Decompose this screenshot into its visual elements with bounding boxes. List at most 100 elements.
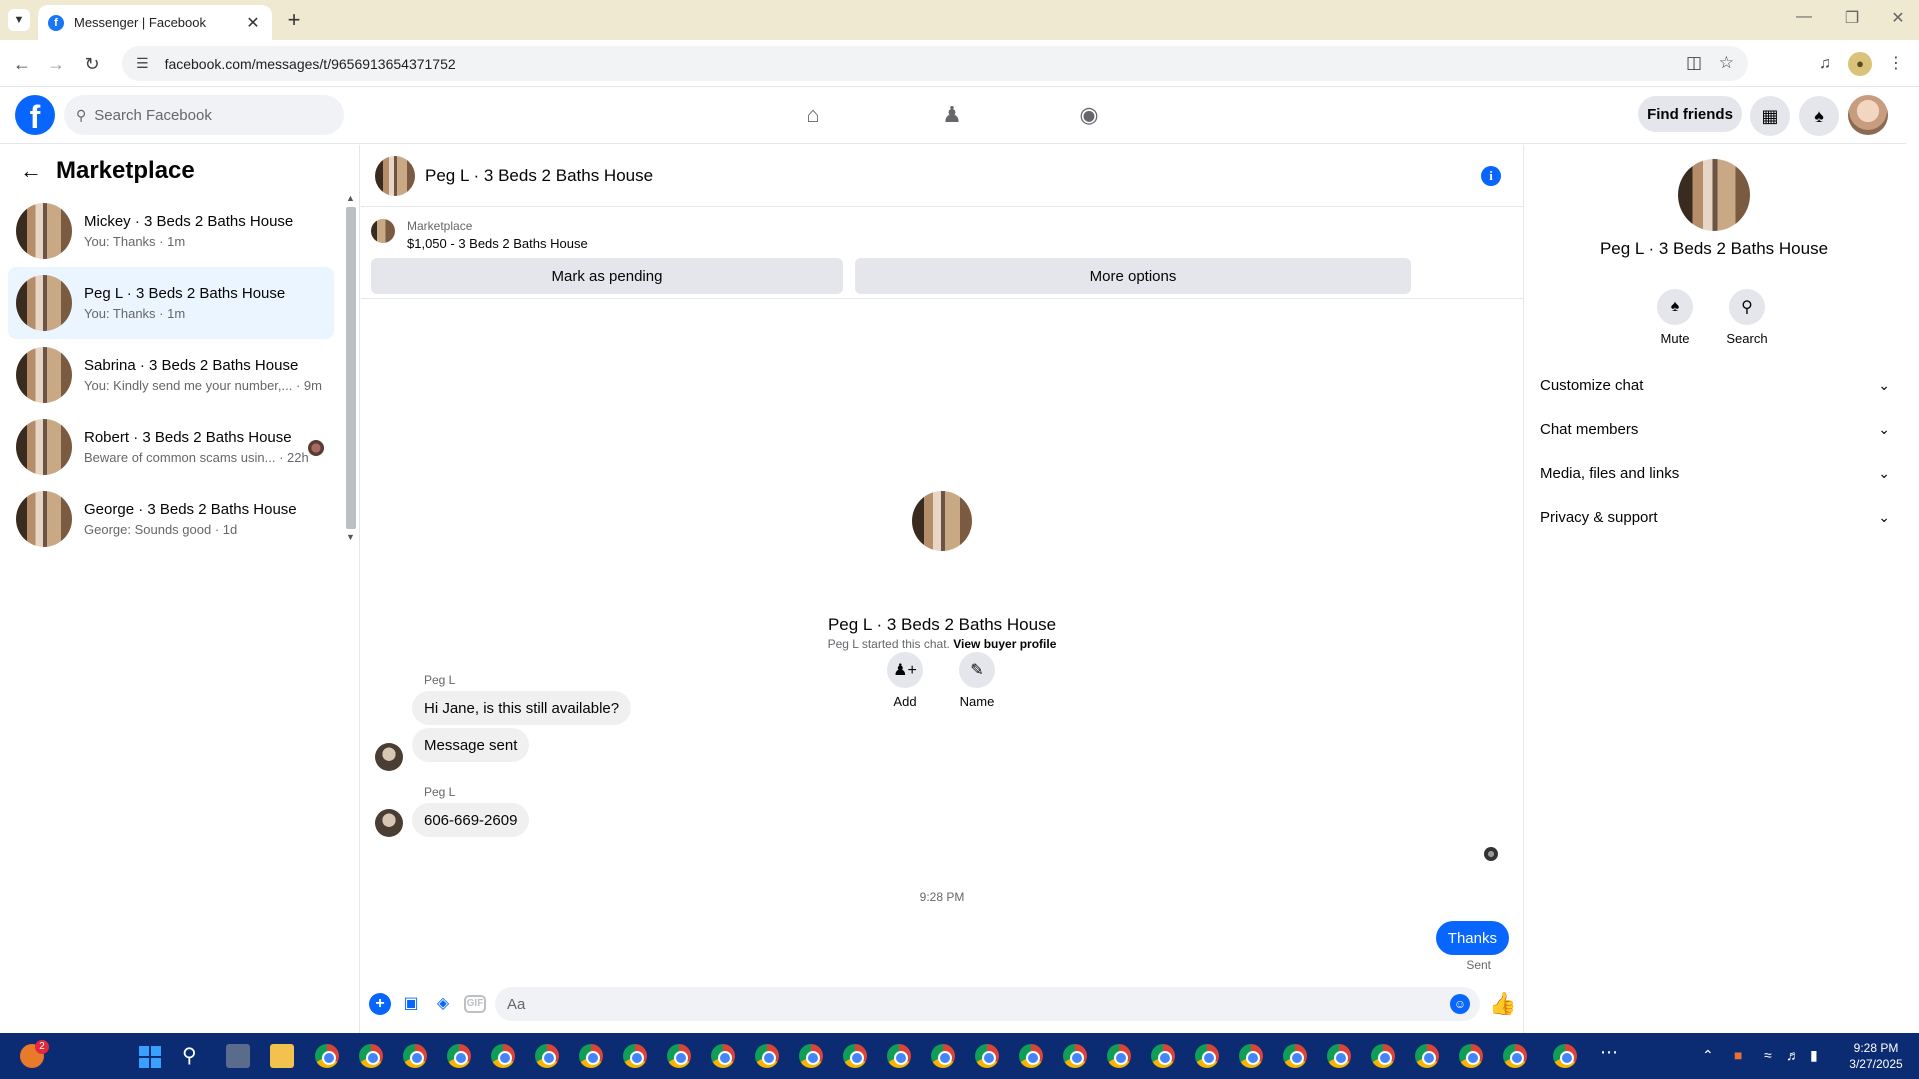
chrome-icon[interactable] [1063, 1044, 1087, 1068]
view-buyer-profile-link[interactable]: View buyer profile [953, 637, 1056, 651]
chrome-icon[interactable] [579, 1044, 603, 1068]
outgoing-message[interactable]: Thanks [1435, 921, 1509, 955]
incoming-message[interactable]: Message sent [412, 728, 530, 762]
account-avatar[interactable] [1848, 95, 1888, 135]
pencil-icon[interactable]: ✎ [959, 652, 995, 688]
chrome-icon[interactable] [1239, 1044, 1263, 1068]
chrome-icon[interactable] [1553, 1044, 1577, 1068]
search-action[interactable]: ⚲ Search [1717, 289, 1777, 346]
chrome-icon[interactable] [1019, 1044, 1043, 1068]
media-controls-icon[interactable]: ♫ [1813, 52, 1837, 76]
back-arrow-icon[interactable]: ← [20, 158, 42, 184]
chrome-icon[interactable] [1195, 1044, 1219, 1068]
home-icon[interactable]: ⌂ [797, 99, 829, 131]
scroll-down-icon[interactable]: ▼ [346, 532, 355, 542]
close-window-icon[interactable]: ✕ [1878, 8, 1918, 28]
mute-action[interactable]: ♠ Mute [1645, 289, 1705, 346]
forward-arrow-icon[interactable]: → [43, 51, 69, 77]
chrome-icon[interactable] [975, 1044, 999, 1068]
sender-avatar[interactable] [375, 809, 403, 837]
mark-as-pending-button[interactable]: Mark as pending [371, 258, 843, 294]
customize-chat-section[interactable]: Customize chat ⌄ [1540, 370, 1890, 400]
privacy-support-section[interactable]: Privacy & support ⌄ [1540, 502, 1890, 532]
page-scrollbar[interactable] [1906, 87, 1919, 1033]
windows-start-icon[interactable] [139, 1046, 161, 1068]
site-settings-icon[interactable]: ☰ [136, 55, 149, 72]
chrome-icon[interactable] [755, 1044, 779, 1068]
tray-chevron-up-icon[interactable]: ⌃ [1702, 1047, 1714, 1064]
conversation-item[interactable]: Mickey · 3 Beds 2 Baths House You: Thank… [8, 195, 334, 267]
bell-icon[interactable]: ♠ [1657, 289, 1693, 325]
sticker-icon[interactable]: ◈ [432, 993, 454, 1015]
add-person-icon[interactable]: ♟+ [887, 652, 923, 688]
chrome-icon[interactable] [887, 1044, 911, 1068]
chrome-icon[interactable] [359, 1044, 383, 1068]
chrome-icon[interactable] [1107, 1044, 1131, 1068]
gif-icon[interactable]: GIF [464, 995, 486, 1013]
emoji-icon[interactable]: ☺ [1450, 994, 1470, 1014]
minimize-window-icon[interactable]: — [1784, 8, 1824, 26]
message-input[interactable] [495, 987, 1480, 1021]
conversation-item-active[interactable]: Peg L · 3 Beds 2 Baths House You: Thanks… [8, 267, 334, 339]
volume-icon[interactable]: ♬ [1786, 1047, 1800, 1063]
chrome-icon[interactable] [1503, 1044, 1527, 1068]
more-options-button[interactable]: More options [855, 258, 1411, 294]
more-apps-icon[interactable]: ⋯ [1600, 1042, 1618, 1063]
chrome-icon[interactable] [711, 1044, 735, 1068]
scrollbar-thumb[interactable] [346, 207, 356, 529]
listing-thumbnail[interactable] [371, 219, 395, 243]
chat-members-section[interactable]: Chat members ⌄ [1540, 414, 1890, 444]
chrome-icon[interactable] [1283, 1044, 1307, 1068]
reload-icon[interactable]: ↻ [79, 51, 105, 77]
chrome-icon[interactable] [1151, 1044, 1175, 1068]
chrome-icon[interactable] [667, 1044, 691, 1068]
install-app-icon[interactable]: ◫ [1686, 53, 1702, 73]
groups-icon[interactable]: ◉ [1073, 99, 1105, 131]
conversation-scrollbar[interactable]: ▲ ▼ [344, 193, 356, 545]
plus-icon[interactable]: + [369, 993, 391, 1015]
chrome-icon[interactable] [491, 1044, 515, 1068]
back-arrow-icon[interactable]: ← [9, 51, 35, 77]
media-files-links-section[interactable]: Media, files and links ⌄ [1540, 458, 1890, 488]
chrome-icon[interactable] [403, 1044, 427, 1068]
chat-title[interactable]: Peg L · 3 Beds 2 Baths House [425, 166, 653, 186]
chrome-icon[interactable] [1327, 1044, 1351, 1068]
chrome-icon[interactable] [1459, 1044, 1483, 1068]
taskbar-clock[interactable]: 9:28 PM 3/27/2025 [1846, 1040, 1906, 1072]
task-view-icon[interactable] [226, 1044, 250, 1068]
search-icon[interactable]: ⚲ [1729, 289, 1765, 325]
thumbs-up-icon[interactable]: 👍 [1489, 991, 1516, 1017]
conversation-item[interactable]: George · 3 Beds 2 Baths House George: So… [8, 483, 334, 555]
incoming-message[interactable]: Hi Jane, is this still available? [412, 691, 632, 725]
contact-avatar[interactable] [912, 491, 972, 551]
browser-profile-icon[interactable]: ● [1848, 52, 1872, 76]
chrome-icon[interactable] [931, 1044, 955, 1068]
taskbar-search-icon[interactable]: ⚲ [182, 1043, 197, 1068]
chrome-icon[interactable] [1415, 1044, 1439, 1068]
chrome-icon[interactable] [799, 1044, 823, 1068]
find-friends-button[interactable]: Find friends [1638, 96, 1742, 132]
chrome-icon[interactable] [843, 1044, 867, 1068]
new-tab-plus-icon[interactable]: + [282, 8, 306, 32]
chrome-icon[interactable] [315, 1044, 339, 1068]
restore-window-icon[interactable]: ❐ [1832, 8, 1872, 28]
file-explorer-icon[interactable] [270, 1044, 294, 1068]
chrome-icon[interactable] [535, 1044, 559, 1068]
battery-icon[interactable]: ▮ [1810, 1047, 1818, 1064]
add-people-action[interactable]: ♟+ Add [870, 652, 940, 709]
info-icon[interactable]: i [1481, 166, 1501, 186]
incoming-message[interactable]: 606-669-2609 [412, 803, 530, 837]
conversation-item[interactable]: Robert · 3 Beds 2 Baths House Beware of … [8, 411, 334, 483]
conversation-item[interactable]: Sabrina · 3 Beds 2 Baths House You: Kind… [8, 339, 334, 411]
friends-icon[interactable]: ♟ [936, 99, 968, 131]
browser-menu-icon[interactable]: ⋮ [1884, 52, 1908, 76]
bookmark-star-icon[interactable]: ☆ [1719, 53, 1734, 73]
sender-avatar[interactable] [375, 743, 403, 771]
listing-title[interactable]: $1,050 - 3 Beds 2 Baths House [407, 236, 588, 251]
chrome-icon[interactable] [1371, 1044, 1395, 1068]
menu-grid-icon[interactable]: ▦ [1750, 96, 1790, 136]
notifications-bell-icon[interactable]: ♠ [1799, 96, 1839, 136]
rename-chat-action[interactable]: ✎ Name [942, 652, 1012, 709]
chrome-icon[interactable] [623, 1044, 647, 1068]
scroll-up-icon[interactable]: ▲ [346, 193, 355, 203]
